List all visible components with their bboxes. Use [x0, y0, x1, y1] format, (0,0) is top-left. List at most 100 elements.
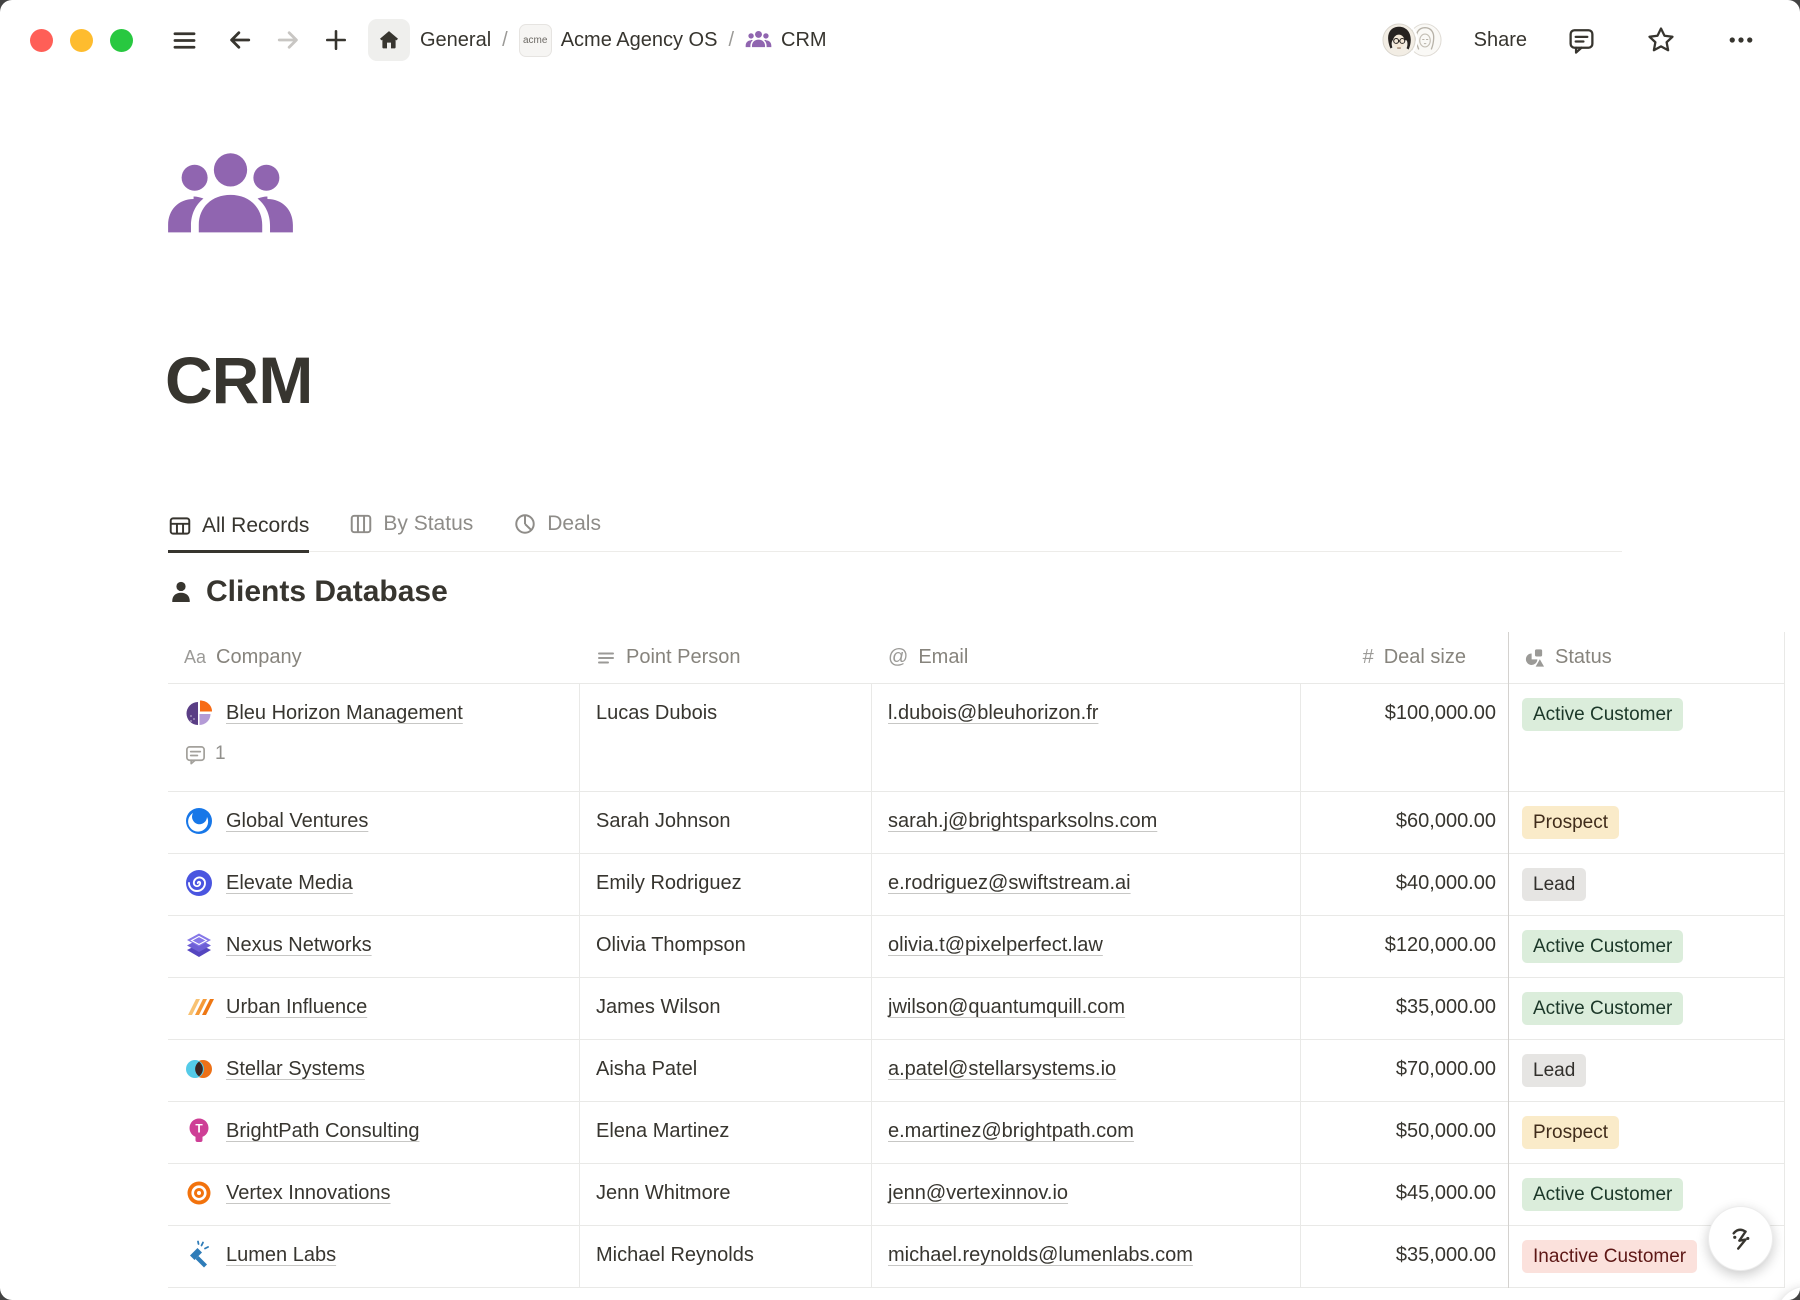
- home-icon: [377, 28, 401, 52]
- status-badge: Active Customer: [1522, 698, 1683, 731]
- database-title[interactable]: Clients Database: [206, 575, 448, 609]
- company-link[interactable]: Lumen Labs: [226, 1239, 336, 1271]
- company-link[interactable]: BrightPath Consulting: [226, 1115, 419, 1147]
- email-cell[interactable]: jenn@vertexinnov.io: [872, 1164, 1301, 1225]
- sidebar-toggle-icon[interactable]: [171, 27, 198, 54]
- point-person-cell[interactable]: Lucas Dubois: [580, 684, 872, 791]
- notion-ai-button[interactable]: [1708, 1206, 1773, 1271]
- email-cell[interactable]: jwilson@quantumquill.com: [872, 978, 1301, 1039]
- email-cell[interactable]: e.rodriguez@swiftstream.ai: [872, 854, 1301, 915]
- page-title[interactable]: CRM: [165, 342, 312, 418]
- company-cell[interactable]: Lumen Labs: [168, 1226, 580, 1287]
- page-icon-people-group[interactable]: [168, 146, 293, 255]
- company-link[interactable]: Global Ventures: [226, 805, 368, 837]
- deal-size-cell[interactable]: $70,000.00: [1301, 1040, 1508, 1101]
- company-link[interactable]: Bleu Horizon Management: [226, 697, 463, 729]
- back-arrow-icon[interactable]: [226, 26, 254, 54]
- deal-size-cell[interactable]: $60,000.00: [1301, 792, 1508, 853]
- column-header-deal-size[interactable]: # Deal size: [1301, 632, 1508, 683]
- email-link[interactable]: olivia.t@pixelperfect.law: [888, 934, 1103, 956]
- deal-size-cell[interactable]: $100,000.00: [1301, 684, 1508, 791]
- point-person-cell[interactable]: James Wilson: [580, 978, 872, 1039]
- svg-text:T: T: [195, 1122, 203, 1136]
- deal-size-cell[interactable]: $50,000.00: [1301, 1102, 1508, 1163]
- tab-deals[interactable]: Deals: [513, 512, 601, 551]
- point-person-cell[interactable]: Aisha Patel: [580, 1040, 872, 1101]
- point-person-cell[interactable]: Michael Reynolds: [580, 1226, 872, 1287]
- email-cell[interactable]: sarah.j@brightsparksolns.com: [872, 792, 1301, 853]
- email-link[interactable]: a.patel@stellarsystems.io: [888, 1058, 1116, 1080]
- email-cell[interactable]: e.martinez@brightpath.com: [872, 1102, 1301, 1163]
- company-cell[interactable]: Elevate Media: [168, 854, 580, 915]
- status-cell[interactable]: Prospect: [1508, 1102, 1785, 1163]
- point-person-cell[interactable]: Elena Martinez: [580, 1102, 872, 1163]
- status-cell[interactable]: Prospect: [1508, 792, 1785, 853]
- minimize-button[interactable]: [70, 29, 93, 52]
- email-cell[interactable]: l.dubois@bleuhorizon.fr: [872, 684, 1301, 791]
- company-link[interactable]: Stellar Systems: [226, 1053, 365, 1085]
- avatar[interactable]: [1380, 21, 1418, 59]
- deal-size-cell[interactable]: $45,000.00: [1301, 1164, 1508, 1225]
- column-header-email[interactable]: @ Email: [872, 632, 1301, 683]
- close-button[interactable]: [30, 29, 53, 52]
- status-cell[interactable]: Active Customer: [1508, 684, 1785, 791]
- email-link[interactable]: e.rodriguez@swiftstream.ai: [888, 872, 1131, 894]
- comment-count[interactable]: 1: [184, 738, 565, 770]
- share-button[interactable]: Share: [1474, 29, 1527, 52]
- point-person-cell[interactable]: Jenn Whitmore: [580, 1164, 872, 1225]
- column-header-status[interactable]: Status: [1508, 632, 1785, 683]
- email-link[interactable]: e.martinez@brightpath.com: [888, 1120, 1134, 1142]
- comments-icon[interactable]: [1567, 26, 1596, 55]
- status-cell[interactable]: Active Customer: [1508, 978, 1785, 1039]
- deal-size-cell[interactable]: $35,000.00: [1301, 1226, 1508, 1287]
- company-cell[interactable]: Nexus Networks: [168, 916, 580, 977]
- status-cell[interactable]: Active Customer: [1508, 916, 1785, 977]
- company-cell[interactable]: Vertex Innovations: [168, 1164, 580, 1225]
- tab-all-records[interactable]: All Records: [168, 514, 309, 553]
- company-link[interactable]: Urban Influence: [226, 991, 367, 1023]
- company-link[interactable]: Elevate Media: [226, 867, 353, 899]
- company-cell[interactable]: Bleu Horizon Management 1: [168, 684, 580, 791]
- favorite-star-icon[interactable]: [1646, 25, 1676, 55]
- company-cell[interactable]: Urban Influence: [168, 978, 580, 1039]
- home-button[interactable]: [368, 19, 410, 61]
- email-link[interactable]: sarah.j@brightsparksolns.com: [888, 810, 1157, 832]
- new-page-plus-icon[interactable]: [322, 26, 350, 54]
- point-person-cell[interactable]: Sarah Johnson: [580, 792, 872, 853]
- breadcrumb: General / acme Acme Agency OS / CRM: [420, 24, 827, 57]
- email-cell[interactable]: a.patel@stellarsystems.io: [872, 1040, 1301, 1101]
- forward-arrow-icon[interactable]: [274, 26, 302, 54]
- deal-size-cell[interactable]: $35,000.00: [1301, 978, 1508, 1039]
- company-cell[interactable]: Global Ventures: [168, 792, 580, 853]
- email-cell[interactable]: olivia.t@pixelperfect.law: [872, 916, 1301, 977]
- company-link[interactable]: Vertex Innovations: [226, 1177, 391, 1209]
- email-link[interactable]: michael.reynolds@lumenlabs.com: [888, 1244, 1193, 1266]
- breadcrumb-page[interactable]: CRM: [781, 29, 827, 52]
- column-header-company[interactable]: Aa Company: [168, 632, 580, 683]
- breadcrumb-workspace[interactable]: Acme Agency OS: [561, 29, 718, 52]
- email-link[interactable]: l.dubois@bleuhorizon.fr: [888, 702, 1098, 724]
- deal-size-cell[interactable]: $40,000.00: [1301, 854, 1508, 915]
- status-cell[interactable]: Lead: [1508, 1040, 1785, 1101]
- corner-button-partial[interactable]: [1776, 1286, 1800, 1300]
- tab-label: By Status: [383, 512, 473, 536]
- column-header-point-person[interactable]: Point Person: [580, 632, 872, 683]
- email-cell[interactable]: michael.reynolds@lumenlabs.com: [872, 1226, 1301, 1287]
- company-cell[interactable]: T BrightPath Consulting: [168, 1102, 580, 1163]
- breadcrumb-root[interactable]: General: [420, 29, 491, 52]
- collaborator-avatars[interactable]: [1380, 21, 1444, 59]
- more-options-icon[interactable]: [1726, 25, 1756, 55]
- email-link[interactable]: jenn@vertexinnov.io: [888, 1182, 1068, 1204]
- company-link[interactable]: Nexus Networks: [226, 929, 372, 961]
- point-person-cell[interactable]: Emily Rodriguez: [580, 854, 872, 915]
- table-row: Vertex Innovations Jenn Whitmore jenn@vert…: [168, 1164, 1785, 1226]
- point-person-cell[interactable]: Olivia Thompson: [580, 916, 872, 977]
- tab-by-status[interactable]: By Status: [349, 512, 473, 551]
- email-link[interactable]: jwilson@quantumquill.com: [888, 996, 1125, 1018]
- orange-stripes-logo-icon: [184, 992, 214, 1022]
- deal-size-cell[interactable]: $120,000.00: [1301, 916, 1508, 977]
- view-tabs: All Records By Status Deals: [168, 494, 1622, 552]
- status-cell[interactable]: Lead: [1508, 854, 1785, 915]
- company-cell[interactable]: Stellar Systems: [168, 1040, 580, 1101]
- zoom-button[interactable]: [110, 29, 133, 52]
